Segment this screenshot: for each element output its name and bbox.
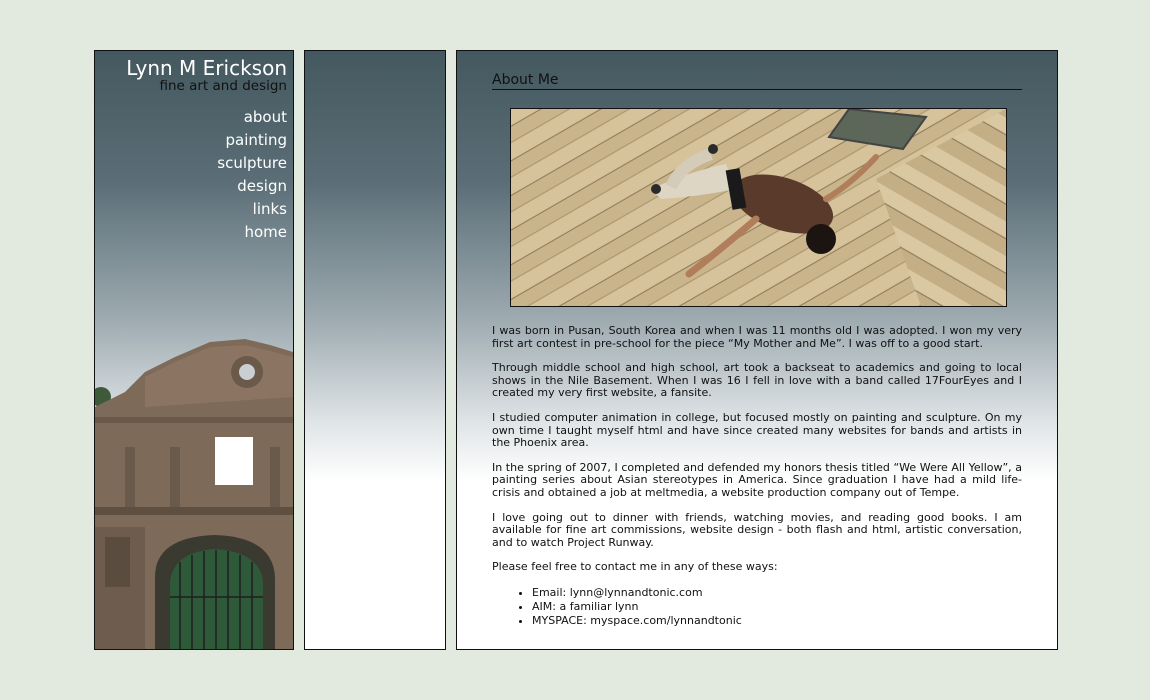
ruin-photo [95,339,293,649]
main-nav: about painting sculpture design links ho… [217,106,287,244]
nav-about[interactable]: about [217,106,287,129]
sidebar: Lynn M Erickson fine art and design abou… [94,50,294,650]
nav-links[interactable]: links [217,198,287,221]
site-header: Lynn M Erickson fine art and design [126,57,287,93]
about-photo [510,108,1007,307]
contact-email[interactable]: Email: lynn@lynnandtonic.com [532,586,1022,600]
main-content: About Me I was born in Pusan, South Kore… [456,50,1058,650]
paragraph: I studied computer animation in college,… [492,410,1022,450]
contact-list: Email: lynn@lynnandtonic.com AIM: a fami… [492,586,1022,628]
nav-home[interactable]: home [217,221,287,244]
contact-aim: AIM: a familiar lynn [532,600,1022,614]
site-tagline: fine art and design [159,78,287,94]
paragraph: I love going out to dinner with friends,… [492,510,1022,549]
nav-sculpture[interactable]: sculpture [217,152,287,175]
paragraph: Through middle school and high school, a… [492,361,1022,400]
nav-painting[interactable]: painting [217,129,287,152]
about-text: I was born in Pusan, South Korea and whe… [492,324,1022,628]
contact-myspace[interactable]: MYSPACE: myspace.com/lynnandtonic [532,614,1022,628]
nav-design[interactable]: design [217,175,287,198]
site-name[interactable]: Lynn M Erickson [126,57,287,79]
page-title: About Me [492,72,1022,90]
spacer-column [304,50,446,650]
paragraph: In the spring of 2007, I completed and d… [492,460,1022,499]
paragraph: I was born in Pusan, South Korea and whe… [492,324,1022,350]
paragraph: Please feel free to contact me in any of… [492,560,778,574]
